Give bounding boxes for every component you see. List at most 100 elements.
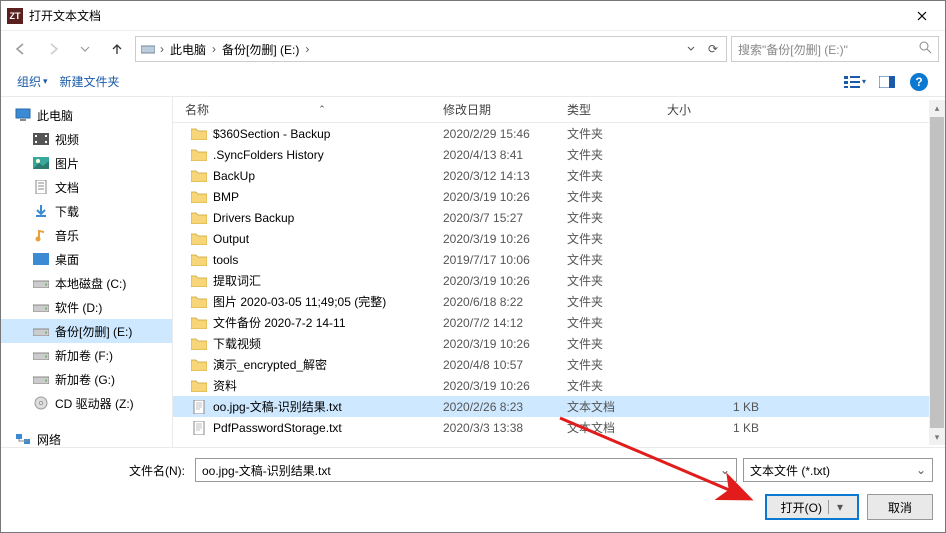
sidebar-item[interactable]: 桌面 xyxy=(1,247,172,271)
sidebar-item[interactable]: 新加卷 (F:) xyxy=(1,343,172,367)
sidebar-item[interactable]: 此电脑 xyxy=(1,103,172,127)
column-type[interactable]: 类型 xyxy=(555,101,655,118)
chevron-right-icon[interactable]: › xyxy=(303,42,311,56)
scroll-thumb[interactable] xyxy=(930,117,944,428)
sidebar-item-label: 备份[勿删] (E:) xyxy=(55,323,132,340)
sidebar-item[interactable]: 文档 xyxy=(1,175,172,199)
app-icon: ZT xyxy=(7,8,23,24)
sidebar-item[interactable]: 软件 (D:) xyxy=(1,295,172,319)
search-icon[interactable] xyxy=(919,41,932,57)
table-row[interactable]: oo.jpg-文稿-识别结果.txt2020/2/26 8:23文本文档1 KB xyxy=(173,396,945,417)
preview-pane-button[interactable] xyxy=(871,70,903,94)
open-button[interactable]: 打开(O) ▾ xyxy=(765,494,859,520)
file-name: 提取词汇 xyxy=(213,272,261,289)
file-type: 文件夹 xyxy=(555,251,655,268)
file-type: 文件夹 xyxy=(555,377,655,394)
file-type: 文件夹 xyxy=(555,125,655,142)
file-type-filter[interactable]: 文本文件 (*.txt) ⌄ xyxy=(743,458,933,482)
sidebar-item-label: 文档 xyxy=(55,179,79,196)
sidebar-item-label: 此电脑 xyxy=(37,107,73,124)
file-date: 2020/4/13 8:41 xyxy=(431,148,555,162)
sidebar-item[interactable]: 备份[勿删] (E:) xyxy=(1,319,172,343)
chevron-down-icon[interactable]: ⌄ xyxy=(916,463,926,477)
chevron-right-icon[interactable]: › xyxy=(158,42,166,56)
table-row[interactable]: 下载视频2020/3/19 10:26文件夹 xyxy=(173,333,945,354)
table-row[interactable]: 演示_encrypted_解密2020/4/8 10:57文件夹 xyxy=(173,354,945,375)
drive-icon xyxy=(138,44,158,54)
table-row[interactable]: 资料2020/3/19 10:26文件夹 xyxy=(173,375,945,396)
close-button[interactable] xyxy=(899,1,945,31)
file-type: 文件夹 xyxy=(555,146,655,163)
file-date: 2020/3/12 14:13 xyxy=(431,169,555,183)
column-size[interactable]: 大小 xyxy=(655,101,775,118)
sidebar-item-label: 软件 (D:) xyxy=(55,299,102,316)
sidebar-item[interactable]: 本地磁盘 (C:) xyxy=(1,271,172,295)
scroll-up-button[interactable]: ▴ xyxy=(929,100,945,116)
filename-input[interactable]: oo.jpg-文稿-识别结果.txt ⌄ xyxy=(195,458,737,482)
file-date: 2020/3/19 10:26 xyxy=(431,337,555,351)
sidebar-item[interactable]: 音乐 xyxy=(1,223,172,247)
table-row[interactable]: Drivers Backup2020/3/7 15:27文件夹 xyxy=(173,207,945,228)
sidebar-item[interactable]: 下载 xyxy=(1,199,172,223)
table-row[interactable]: PdfPasswordStorage.txt2020/3/3 13:38文本文档… xyxy=(173,417,945,438)
file-size: 1 KB xyxy=(655,400,775,414)
new-folder-button[interactable]: 新建文件夹 xyxy=(54,73,126,90)
sidebar-item[interactable]: 网络 xyxy=(1,427,172,447)
column-date[interactable]: 修改日期 xyxy=(431,101,555,118)
open-split-dropdown[interactable]: ▾ xyxy=(828,500,843,514)
file-type: 文件夹 xyxy=(555,230,655,247)
file-type: 文件夹 xyxy=(555,167,655,184)
back-button[interactable] xyxy=(7,36,35,62)
sidebar-item[interactable]: 视频 xyxy=(1,127,172,151)
folder-icon xyxy=(191,253,207,267)
doc-icon xyxy=(33,179,49,195)
table-row[interactable]: 文件备份 2020-7-2 14-112020/7/2 14:12文件夹 xyxy=(173,312,945,333)
table-row[interactable]: tools2019/7/17 10:06文件夹 xyxy=(173,249,945,270)
sidebar-item[interactable]: CD 驱动器 (Z:) xyxy=(1,391,172,415)
column-name[interactable]: 名称⌃ xyxy=(173,101,431,118)
table-row[interactable]: Output2020/3/19 10:26文件夹 xyxy=(173,228,945,249)
drive-icon xyxy=(33,299,49,315)
help-button[interactable]: ? xyxy=(903,70,935,94)
up-button[interactable] xyxy=(103,36,131,62)
scroll-down-button[interactable]: ▾ xyxy=(929,429,945,445)
footer: 文件名(N): oo.jpg-文稿-识别结果.txt ⌄ 文本文件 (*.txt… xyxy=(1,447,945,532)
table-row[interactable]: 提取词汇2020/3/19 10:26文件夹 xyxy=(173,270,945,291)
file-name: Output xyxy=(213,232,249,246)
folder-icon xyxy=(191,316,207,330)
cancel-button[interactable]: 取消 xyxy=(867,494,933,520)
search-input[interactable]: 搜索"备份[勿删] (E:)" xyxy=(731,36,939,62)
chevron-down-icon: ▾ xyxy=(43,76,48,87)
sidebar-item-label: 新加卷 (F:) xyxy=(55,347,113,364)
chevron-right-icon[interactable]: › xyxy=(210,42,218,56)
breadcrumb-seg-1[interactable]: 备份[勿删] (E:) xyxy=(218,41,303,58)
view-mode-button[interactable]: ▾ xyxy=(839,70,871,94)
recent-button[interactable] xyxy=(71,36,99,62)
file-date: 2020/3/19 10:26 xyxy=(431,379,555,393)
file-list: $360Section - Backup2020/2/29 15:46文件夹.S… xyxy=(173,123,945,447)
table-row[interactable]: BMP2020/3/19 10:26文件夹 xyxy=(173,186,945,207)
toolbar: 组织 ▾ 新建文件夹 ▾ ? xyxy=(1,67,945,97)
organize-menu[interactable]: 组织 ▾ xyxy=(11,73,54,90)
breadcrumb-dropdown[interactable] xyxy=(680,42,702,56)
breadcrumb-seg-0[interactable]: 此电脑 xyxy=(166,41,210,58)
folder-icon xyxy=(191,274,207,288)
file-type: 文件夹 xyxy=(555,314,655,331)
sidebar-item[interactable]: 图片 xyxy=(1,151,172,175)
vertical-scrollbar[interactable]: ▴ ▾ xyxy=(929,100,945,445)
table-row[interactable]: $360Section - Backup2020/2/29 15:46文件夹 xyxy=(173,123,945,144)
sidebar-item-label: 网络 xyxy=(37,431,61,448)
folder-icon xyxy=(191,379,207,393)
file-date: 2020/6/18 8:22 xyxy=(431,295,555,309)
sidebar-item-label: 图片 xyxy=(55,155,79,172)
table-row[interactable]: 图片 2020-03-05 11;49;05 (完整)2020/6/18 8:2… xyxy=(173,291,945,312)
table-row[interactable]: .SyncFolders History2020/4/13 8:41文件夹 xyxy=(173,144,945,165)
forward-button[interactable] xyxy=(39,36,67,62)
refresh-button[interactable]: ⟳ xyxy=(702,42,724,56)
file-type: 文本文档 xyxy=(555,398,655,415)
breadcrumb[interactable]: › 此电脑 › 备份[勿删] (E:) › ⟳ xyxy=(135,36,727,62)
table-row[interactable]: BackUp2020/3/12 14:13文件夹 xyxy=(173,165,945,186)
chevron-down-icon[interactable]: ⌄ xyxy=(720,463,730,477)
txt-icon xyxy=(191,421,207,435)
sidebar-item[interactable]: 新加卷 (G:) xyxy=(1,367,172,391)
